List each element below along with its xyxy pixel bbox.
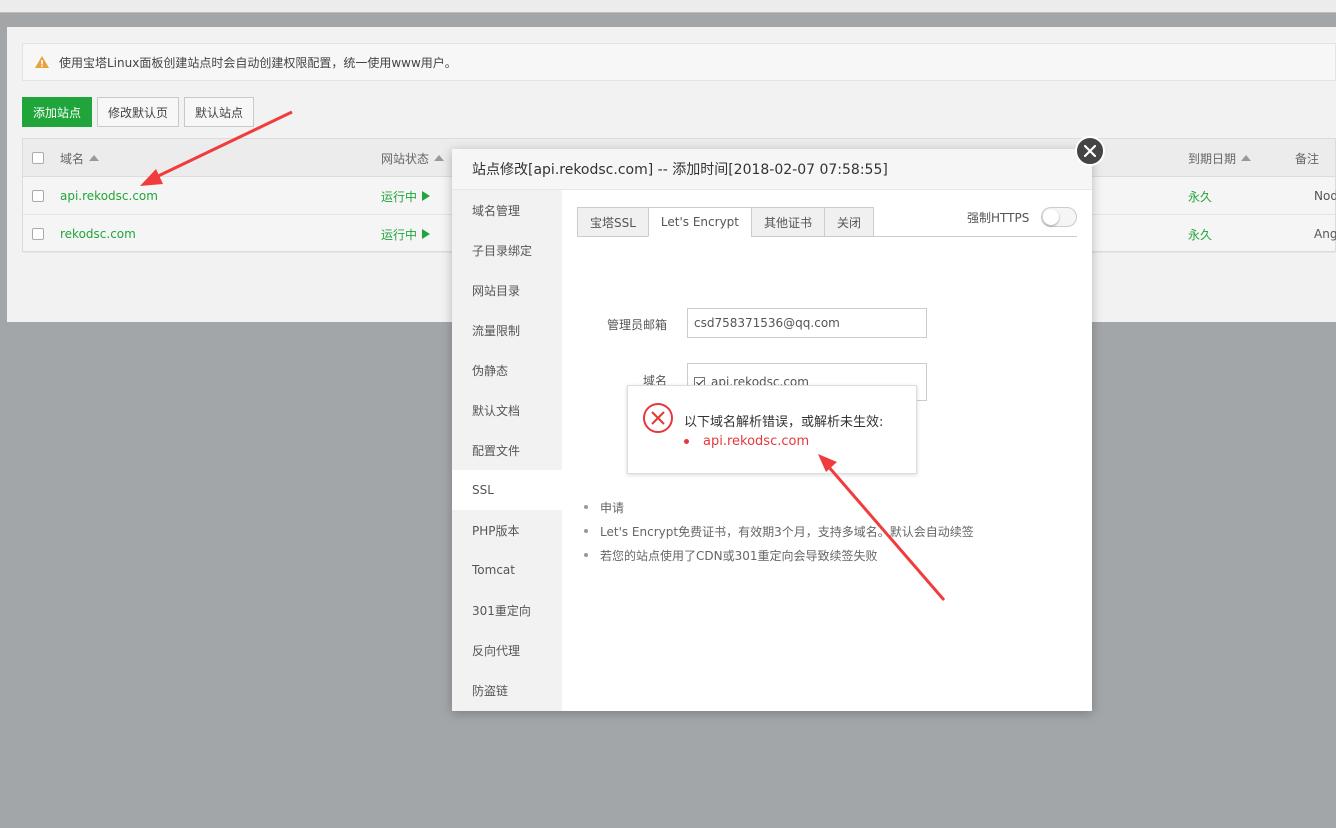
permission-notice: 使用宝塔Linux面板创建站点时会自动创建权限配置，统一使用www用户。 bbox=[22, 43, 1336, 81]
modal-title: 站点修改[api.rekodsc.com] -- 添加时间[2018-02-07… bbox=[452, 149, 1092, 190]
sort-asc-icon bbox=[1241, 155, 1252, 161]
warning-icon bbox=[35, 56, 49, 68]
force-https: 强制HTTPS bbox=[967, 207, 1078, 227]
error-domain: api.rekodsc.com bbox=[684, 434, 809, 449]
play-icon bbox=[422, 191, 431, 201]
sidebar-item[interactable]: 配置文件 bbox=[452, 430, 562, 470]
edit-default-page-button[interactable]: 修改默认页 bbox=[97, 97, 180, 127]
sort-asc-icon bbox=[434, 155, 445, 161]
site-domain-link[interactable]: rekodsc.com bbox=[60, 215, 136, 253]
site-status[interactable]: 运行中 bbox=[381, 177, 431, 215]
ssl-tips: 申请 Let's Encrypt免费证书，有效期3个月，支持多域名。默认会自动续… bbox=[584, 495, 974, 567]
expire-column-header[interactable]: 到期日期 bbox=[1188, 139, 1252, 177]
close-modal-button[interactable] bbox=[1075, 136, 1105, 166]
status-column-header[interactable]: 网站状态 bbox=[381, 139, 445, 177]
force-https-label: 强制HTTPS bbox=[967, 210, 1030, 225]
sidebar-item[interactable]: PHP版本 bbox=[452, 510, 562, 550]
ssl-tab[interactable]: 其他证书 bbox=[751, 207, 825, 237]
site-domain-link[interactable]: api.rekodsc.com bbox=[60, 177, 158, 215]
sidebar-item[interactable]: 流量限制 bbox=[452, 310, 562, 350]
site-status[interactable]: 运行中 bbox=[381, 215, 431, 253]
site-expire[interactable]: 永久 bbox=[1188, 177, 1212, 215]
notice-text: 使用宝塔Linux面板创建站点时会自动创建权限配置，统一使用www用户。 bbox=[59, 55, 457, 70]
dns-error-popup: 以下域名解析错误，或解析未生效: api.rekodsc.com bbox=[627, 385, 917, 474]
ssl-tab[interactable]: 关闭 bbox=[824, 207, 875, 237]
top-bar bbox=[0, 0, 1336, 13]
sidebar-item[interactable]: 域名管理 bbox=[452, 190, 562, 230]
tip-item: 申请 bbox=[584, 495, 974, 519]
sidebar-item[interactable]: 默认文档 bbox=[452, 390, 562, 430]
force-https-toggle[interactable] bbox=[1041, 207, 1078, 227]
sidebar-item[interactable]: 网站目录 bbox=[452, 270, 562, 310]
toggle-knob bbox=[1043, 209, 1060, 225]
row-checkbox[interactable] bbox=[32, 228, 44, 240]
email-label: 管理员邮箱 bbox=[606, 318, 667, 332]
sidebar-item[interactable]: SSL bbox=[452, 470, 562, 510]
site-remark: Nod bbox=[1314, 189, 1336, 203]
row-checkbox[interactable] bbox=[32, 190, 44, 202]
sidebar-item[interactable]: 子目录绑定 bbox=[452, 230, 562, 270]
site-remark: Ang bbox=[1314, 227, 1336, 241]
error-circle-icon bbox=[643, 403, 673, 433]
ssl-tab[interactable]: 宝塔SSL bbox=[577, 207, 648, 237]
default-site-button[interactable]: 默认站点 bbox=[184, 97, 255, 127]
site-toolbar: 添加站点 修改默认页 默认站点 bbox=[22, 97, 255, 127]
remark-column-header: 备注 bbox=[1295, 151, 1320, 166]
site-expire[interactable]: 永久 bbox=[1188, 215, 1212, 253]
sort-asc-icon bbox=[89, 155, 100, 161]
close-icon bbox=[1083, 144, 1097, 158]
sidebar-item[interactable]: 伪静态 bbox=[452, 350, 562, 390]
tip-item: 若您的站点使用了CDN或301重定向会导致续签失败 bbox=[584, 543, 974, 567]
select-all-checkbox[interactable] bbox=[32, 152, 44, 164]
email-field[interactable]: csd758371536@qq.com bbox=[687, 308, 927, 338]
modal-sidebar: 域名管理 子目录绑定 网站目录 流量限制 伪静态 默认文档 配置文件 SSL PHP版本 Tomc… bbox=[452, 190, 562, 711]
domain-column-header[interactable]: 域名 bbox=[60, 139, 100, 177]
tip-item: Let's Encrypt免费证书，有效期3个月，支持多域名。默认会自动续签 bbox=[584, 519, 974, 543]
error-title: 以下域名解析错误，或解析未生效: bbox=[684, 415, 884, 430]
sidebar-item[interactable]: 反向代理 bbox=[452, 630, 562, 670]
ssl-tab[interactable]: Let's Encrypt bbox=[647, 207, 751, 237]
add-site-button[interactable]: 添加站点 bbox=[22, 97, 93, 127]
sidebar-item[interactable]: 防盗链 bbox=[452, 670, 562, 710]
sidebar-item[interactable]: Tomcat bbox=[452, 550, 562, 590]
play-icon bbox=[422, 229, 431, 239]
sidebar-item[interactable]: 301重定向 bbox=[452, 590, 562, 630]
